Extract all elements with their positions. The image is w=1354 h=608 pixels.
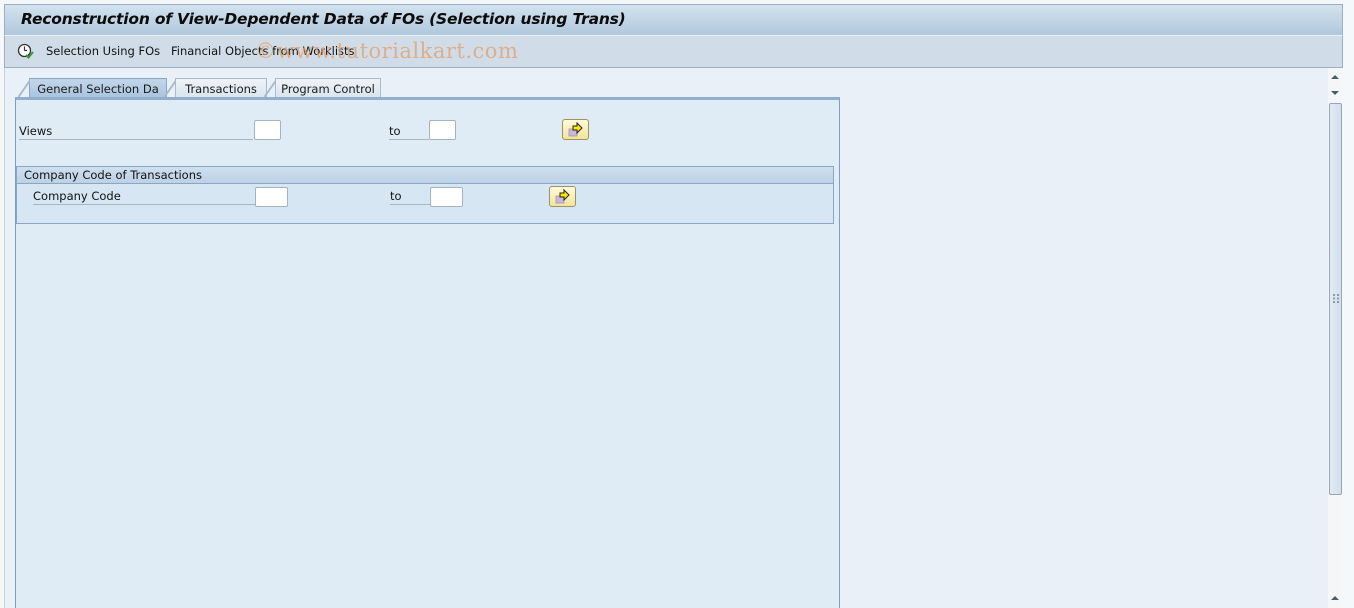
title-bar: Reconstruction of View-Dependent Data of… — [4, 4, 1343, 35]
company-code-group: Company Code of Transactions Company Cod… — [16, 166, 834, 224]
tab-transactions[interactable]: Transactions — [175, 78, 267, 98]
tab-panel-general-selection: Views to Company Code of Transactions Co… — [15, 97, 840, 608]
multiple-selection-arrow-icon — [555, 189, 570, 204]
views-to-input[interactable] — [429, 120, 456, 140]
application-toolbar: Selection Using FOs Financial Objects fr… — [4, 35, 1343, 68]
vertical-scrollbar[interactable] — [1328, 68, 1342, 608]
views-to-label: to — [389, 123, 429, 140]
tab-label: Program Control — [281, 82, 375, 96]
scroll-up-icon[interactable] — [1328, 70, 1342, 84]
views-from-input[interactable] — [254, 120, 281, 140]
tab-general-selection-data[interactable]: General Selection Da — [29, 78, 167, 98]
company-code-multiple-selection-button[interactable] — [549, 186, 576, 207]
tab-program-control[interactable]: Program Control — [275, 78, 381, 98]
company-code-to-label: to — [390, 188, 430, 205]
tab-label: General Selection Da — [37, 82, 159, 96]
company-code-group-title: Company Code of Transactions — [17, 167, 833, 184]
views-label: Views — [19, 123, 253, 140]
grip-icon — [1333, 294, 1339, 303]
scroll-up-bottom-icon[interactable] — [1328, 591, 1342, 605]
multiple-selection-arrow-icon — [568, 122, 583, 137]
scroll-down-icon[interactable] — [1328, 86, 1342, 100]
company-code-label: Company Code — [33, 188, 255, 205]
content-area: General Selection Da Transactions Progra… — [4, 68, 1328, 608]
financial-objects-from-worklists-button[interactable]: Financial Objects from Worklists — [171, 44, 355, 58]
tab-label: Transactions — [185, 82, 257, 96]
scroll-thumb[interactable] — [1329, 103, 1342, 495]
company-code-to-input[interactable] — [430, 187, 463, 207]
views-multiple-selection-button[interactable] — [562, 119, 589, 140]
execute-clock-icon[interactable] — [17, 43, 34, 60]
selection-using-fos-button[interactable]: Selection Using FOs — [46, 44, 160, 58]
company-code-from-input[interactable] — [255, 187, 288, 207]
page-title: Reconstruction of View-Dependent Data of… — [21, 10, 626, 28]
